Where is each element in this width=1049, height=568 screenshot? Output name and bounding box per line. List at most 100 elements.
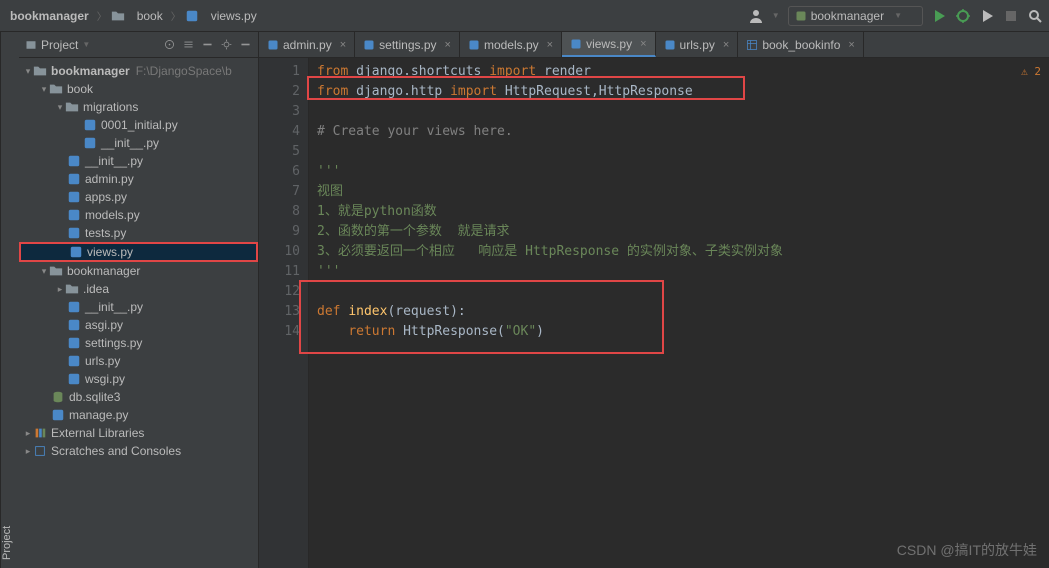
tab-models[interactable]: models.py×	[460, 32, 562, 57]
python-file-icon	[67, 190, 81, 204]
python-file-icon	[67, 372, 81, 386]
breadcrumb-root[interactable]: bookmanager	[6, 7, 93, 25]
tree-file-views-selected[interactable]: views.py	[19, 242, 258, 262]
hide-icon[interactable]	[239, 38, 252, 51]
dropdown-arrow-icon: ▼	[772, 11, 780, 20]
chevron-right-icon: 〉	[97, 8, 107, 23]
folder-icon	[33, 64, 47, 78]
topbar-actions: ▼ bookmanager ▼	[748, 6, 1043, 26]
tab-book-bookinfo[interactable]: book_bookinfo×	[738, 32, 864, 57]
tree-file[interactable]: models.py	[19, 206, 258, 224]
folder-icon	[49, 82, 63, 96]
tree-file[interactable]: __init__.py	[19, 152, 258, 170]
close-icon[interactable]: ×	[848, 39, 854, 51]
tree-file[interactable]: asgi.py	[19, 316, 258, 334]
scratch-icon	[33, 444, 47, 458]
tree-file[interactable]: __init__.py	[19, 134, 258, 152]
database-icon	[51, 390, 65, 404]
breadcrumb: bookmanager 〉 book 〉 views.py	[6, 7, 261, 25]
tree-dir-migrations[interactable]: ▾migrations	[19, 98, 258, 116]
run-config-selector[interactable]: bookmanager ▼	[788, 6, 923, 26]
python-file-icon	[69, 245, 83, 259]
chevron-right-icon: 〉	[171, 8, 181, 23]
gear-icon[interactable]	[220, 38, 233, 51]
top-toolbar: bookmanager 〉 book 〉 views.py ▼ bookmana…	[0, 0, 1049, 32]
python-file-icon	[468, 39, 480, 51]
python-file-icon	[67, 318, 81, 332]
project-icon	[25, 39, 37, 51]
search-everywhere-icon[interactable]	[1027, 8, 1043, 24]
stop-icon[interactable]	[1003, 8, 1019, 24]
close-icon[interactable]: ×	[340, 39, 346, 51]
project-toolwindow-button[interactable]: Project	[0, 32, 19, 568]
python-file-icon	[67, 154, 81, 168]
tab-views-active[interactable]: views.py×	[562, 32, 655, 57]
python-file-icon	[83, 136, 97, 150]
folder-icon	[65, 100, 79, 114]
tree-file[interactable]: wsgi.py	[19, 370, 258, 388]
close-icon[interactable]: ×	[547, 39, 553, 51]
close-icon[interactable]: ×	[640, 38, 646, 50]
debug-icon[interactable]	[955, 8, 971, 24]
folder-icon	[65, 282, 79, 296]
tree-file[interactable]: settings.py	[19, 334, 258, 352]
python-file-icon	[67, 300, 81, 314]
python-file-icon	[267, 39, 279, 51]
code-content[interactable]: from django.shortcuts import render from…	[309, 58, 1049, 568]
inspection-badge[interactable]: ⚠ 2	[1021, 62, 1041, 82]
python-file-icon	[83, 118, 97, 132]
tree-dir-idea[interactable]: ▸.idea	[19, 280, 258, 298]
tree-file[interactable]: apps.py	[19, 188, 258, 206]
python-file-icon	[67, 172, 81, 186]
sidebar-title[interactable]: Project ▼	[25, 38, 90, 52]
tree-external-libs[interactable]: ▸External Libraries	[19, 424, 258, 442]
tree-file[interactable]: urls.py	[19, 352, 258, 370]
tree-file[interactable]: 0001_initial.py	[19, 116, 258, 134]
breadcrumb-folder[interactable]: book	[133, 7, 167, 25]
tree-file[interactable]: __init__.py	[19, 298, 258, 316]
python-file-icon	[51, 408, 65, 422]
tree-file[interactable]: tests.py	[19, 224, 258, 242]
folder-icon	[49, 264, 63, 278]
dropdown-arrow-icon: ▼	[82, 40, 90, 49]
library-icon	[33, 426, 47, 440]
tree-file[interactable]: admin.py	[19, 170, 258, 188]
run-config-label: bookmanager	[811, 9, 884, 23]
project-sidebar: Project ▼ ▾bookmanagerF:\DjangoSpace\b ▾…	[19, 32, 259, 568]
python-file-icon	[570, 38, 582, 50]
tree-dir-bookmanager[interactable]: ▾bookmanager	[19, 262, 258, 280]
python-file-icon	[664, 39, 676, 51]
run-with-coverage-icon[interactable]	[979, 8, 995, 24]
close-icon[interactable]: ×	[723, 39, 729, 51]
line-gutter[interactable]: 1234567891011121314	[259, 58, 309, 568]
tree-project-root[interactable]: ▾bookmanagerF:\DjangoSpace\b	[19, 62, 258, 80]
editor-tabs: admin.py× settings.py× models.py× views.…	[259, 32, 1049, 58]
python-file-icon	[67, 336, 81, 350]
watermark-text: CSDN @搞IT的放牛娃	[897, 540, 1037, 560]
python-file-icon	[185, 9, 199, 23]
run-icon[interactable]	[931, 8, 947, 24]
editor-body[interactable]: 1234567891011121314 from django.shortcut…	[259, 58, 1049, 568]
close-icon[interactable]: ×	[445, 39, 451, 51]
locate-icon[interactable]	[163, 38, 176, 51]
tree-db-file[interactable]: db.sqlite3	[19, 388, 258, 406]
expand-all-icon[interactable]	[182, 38, 195, 51]
collapse-all-icon[interactable]	[201, 38, 214, 51]
table-icon	[746, 39, 758, 51]
sidebar-header: Project ▼	[19, 32, 258, 58]
python-file-icon	[67, 208, 81, 222]
tree-dir-book[interactable]: ▾book	[19, 80, 258, 98]
tab-admin[interactable]: admin.py×	[259, 32, 355, 57]
python-file-icon	[67, 354, 81, 368]
python-file-icon	[67, 226, 81, 240]
django-icon	[795, 10, 807, 22]
tree-scratches[interactable]: ▸Scratches and Consoles	[19, 442, 258, 460]
tab-urls[interactable]: urls.py×	[656, 32, 739, 57]
project-tree[interactable]: ▾bookmanagerF:\DjangoSpace\b ▾book ▾migr…	[19, 58, 258, 568]
dropdown-arrow-icon: ▼	[894, 11, 902, 20]
user-icon[interactable]	[748, 8, 764, 24]
tree-file[interactable]: manage.py	[19, 406, 258, 424]
editor-area: admin.py× settings.py× models.py× views.…	[259, 32, 1049, 568]
tab-settings[interactable]: settings.py×	[355, 32, 460, 57]
breadcrumb-file[interactable]: views.py	[207, 7, 261, 25]
